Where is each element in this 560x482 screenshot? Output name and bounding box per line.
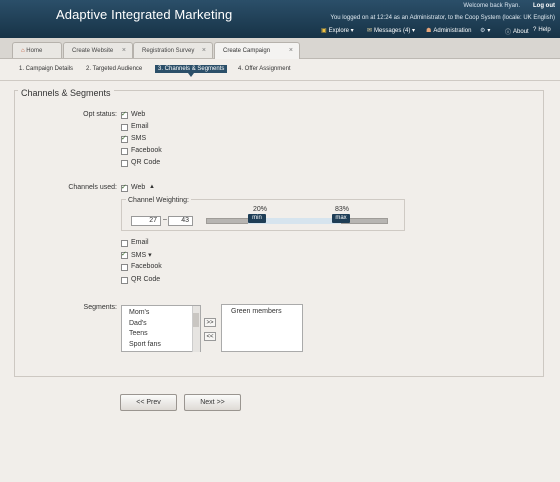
range-separator: – [163,216,167,223]
logout-link[interactable]: Log out [533,3,555,9]
add-segment-button[interactable]: >> [204,318,216,327]
tab-home[interactable]: ⌂ Home [12,42,62,58]
step-offer-assignment[interactable]: 4. Offer Assignment [238,66,291,72]
wizard-steps: 1. Campaign Details 2. Targeted Audience… [0,60,560,81]
channel-weighting-title: Channel Weighting: [126,197,191,204]
opt-web-label: Web [131,111,146,118]
explore-menu[interactable]: ▣ Explore ▾ [321,27,354,34]
login-info: You logged on at 12:24 as an Administrat… [330,15,555,21]
list-item[interactable]: Sport fans [129,341,161,348]
opt-qrcode-label: QR Code [131,159,161,166]
close-icon[interactable]: × [122,43,126,59]
welcome-text: Welcome back Ryan. [463,3,520,9]
slider-min-handle[interactable]: min [248,214,266,223]
channel-email-label: Email [131,239,149,246]
available-segments-list[interactable]: Mom's Dad's Teens Sport fans [121,305,201,352]
opt-facebook-checkbox[interactable] [121,148,128,155]
channel-qrcode-checkbox[interactable] [121,277,128,284]
tab-registration-survey[interactable]: Registration Survey × [133,42,213,58]
administration-menu[interactable]: ☗ Administration [426,27,471,35]
close-icon[interactable]: × [289,43,293,59]
list-item[interactable]: Dad's [129,320,147,327]
selected-segments-list[interactable]: Green members [221,304,303,352]
close-icon[interactable]: × [202,43,206,59]
admin-icon: ☗ [426,28,432,34]
tab-create-website[interactable]: Create Website × [63,42,133,58]
max-percent: 83% [335,206,350,213]
weight-min-input[interactable]: 27 [131,216,161,226]
slider-max-handle[interactable]: max [332,214,350,223]
envelope-icon: ✉ [367,28,373,34]
explore-icon: ▣ [321,28,327,34]
step-channels-segments[interactable]: 3. Channels & Segments [155,65,228,77]
channel-sms-checkbox[interactable] [121,250,128,259]
step-campaign-details[interactable]: 1. Campaign Details [19,66,73,72]
help-link[interactable]: ? Help [533,27,551,33]
opt-sms-label: SMS [131,135,147,142]
min-percent: 20% [253,206,268,213]
next-button[interactable]: Next >> [184,394,241,411]
home-icon: ⌂ [21,48,25,54]
list-item[interactable]: Mom's [129,309,149,316]
top-menu-bar: ▣ Explore ▾ ✉ Messages (4) ▾ ☗ Administr… [0,23,560,38]
channel-qrcode-label: QR Code [131,276,161,283]
channel-email-checkbox[interactable] [121,240,128,247]
settings-menu[interactable]: ⚙ ▾ [480,27,490,34]
opt-web-checkbox[interactable] [121,110,128,119]
info-icon: ⓘ [505,30,512,36]
section-title: Channels & Segments [18,88,114,98]
opt-sms-checkbox[interactable] [121,134,128,143]
prev-button[interactable]: << Prev [120,394,177,411]
gear-icon: ⚙ [480,28,486,34]
step-targeted-audience[interactable]: 2. Targeted Audience [86,66,142,72]
scrollbar-thumb[interactable] [193,313,199,327]
opt-facebook-label: Facebook [131,147,162,154]
opt-status-label: Opt status: [83,111,117,118]
channel-facebook-checkbox[interactable] [121,264,128,271]
collapse-arrow-icon[interactable]: ▲ [149,184,155,190]
channel-facebook-label: Facebook [131,263,162,270]
remove-segment-button[interactable]: << [204,332,216,341]
channel-web-label: Web [131,184,146,191]
list-item[interactable]: Green members [231,308,282,315]
help-icon: ? [533,27,537,33]
channel-web-checkbox[interactable] [121,183,128,192]
opt-email-checkbox[interactable] [121,124,128,131]
channels-used-label: Channels used: [68,184,117,191]
channel-sms-label[interactable]: SMS ▾ [131,251,152,259]
tab-create-campaign[interactable]: Create Campaign × [214,42,300,59]
segments-label: Segments: [83,304,117,311]
about-link[interactable]: ⓘ About [505,27,529,37]
weight-max-input[interactable]: 43 [168,216,193,226]
tab-bar: ⌂ Home Create Website × Registration Sur… [0,38,560,59]
list-item[interactable]: Teens [129,330,148,337]
messages-menu[interactable]: ✉ Messages (4) ▾ [367,27,415,34]
opt-email-label: Email [131,123,149,130]
app-title: Adaptive Integrated Marketing [56,7,233,22]
opt-qrcode-checkbox[interactable] [121,160,128,167]
